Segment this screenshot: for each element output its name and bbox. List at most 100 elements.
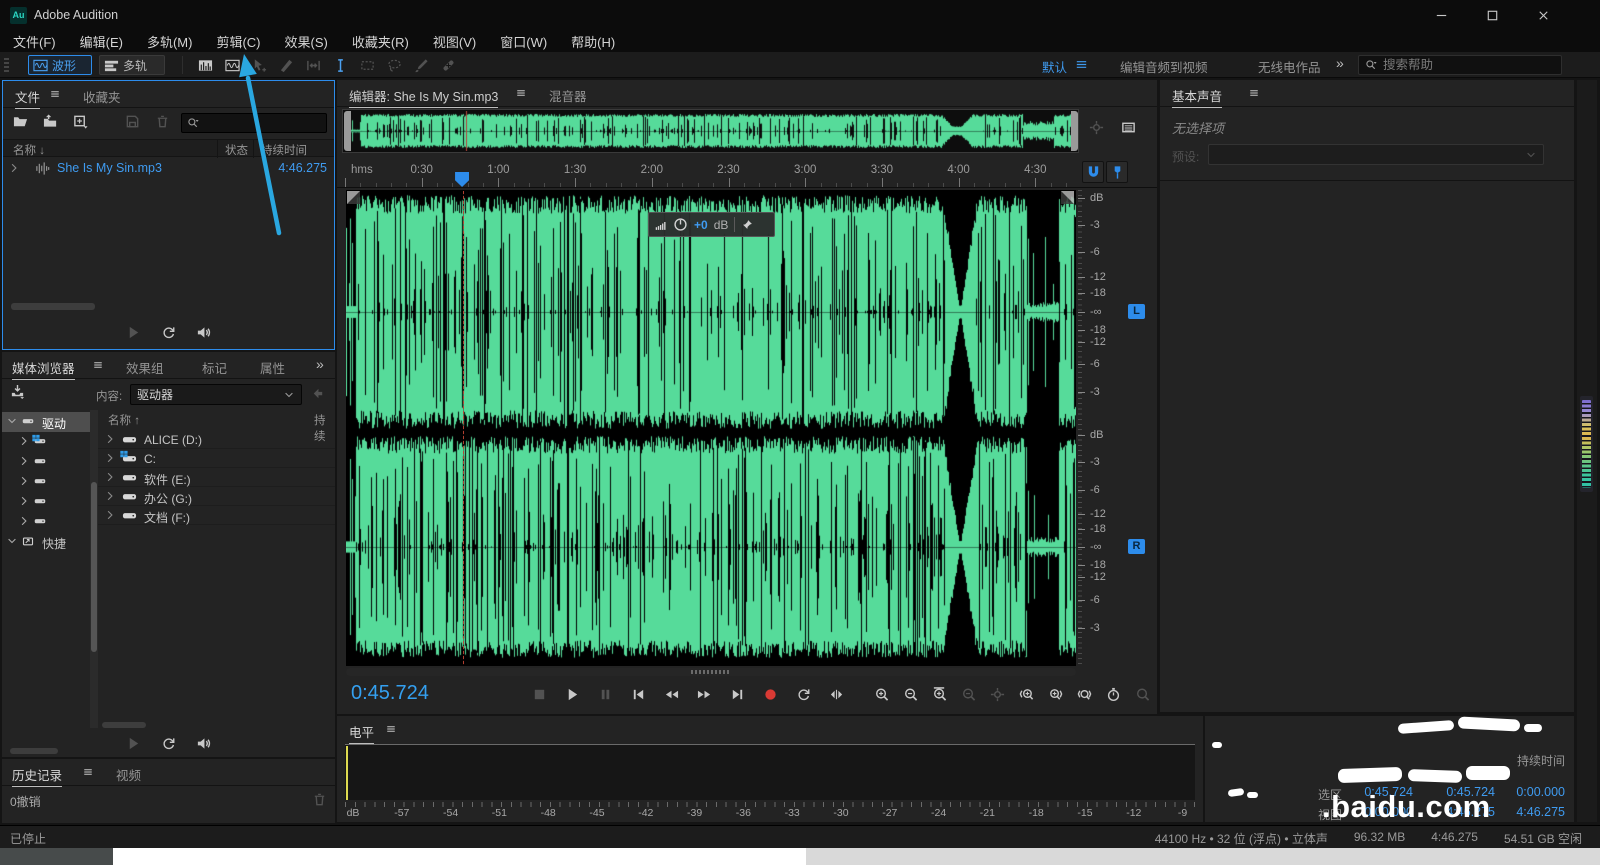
save-icon[interactable] [125,114,140,129]
chevron-right-icon[interactable] [8,162,20,174]
chevron-right-icon[interactable] [104,471,116,483]
play-button[interactable] [562,684,582,704]
zoom-selection-edges-button[interactable] [1074,684,1094,704]
view-duration[interactable]: 4:46.275 [1493,805,1565,819]
import-file-icon[interactable] [43,114,58,129]
overview-handle-right[interactable] [1071,111,1078,151]
show-spectral-frequency[interactable] [198,58,213,73]
preview-play-icon[interactable] [126,736,141,751]
help-search-input[interactable] [1383,58,1555,72]
chevron-right-icon[interactable] [18,515,30,527]
col-name[interactable]: 名称 ↑ [108,412,140,428]
zoom-in-left-button[interactable] [1016,684,1036,704]
chevron-right-icon[interactable] [104,433,116,445]
marquee-selection-tool[interactable] [360,58,375,73]
chevron-down-icon[interactable] [6,415,18,427]
tree-item[interactable] [2,492,90,512]
tab-history[interactable]: 历史记录 [12,765,62,787]
file-name[interactable]: She Is My Sin.mp3 [57,161,162,175]
panel-menu-icon[interactable] [92,359,104,371]
tab-levels[interactable]: 电平 [349,722,374,744]
selection-duration[interactable]: 0:00.000 [1493,785,1565,799]
rewind-button[interactable] [661,684,681,704]
menubar-item[interactable]: 编辑(E) [80,32,123,51]
hud-pin-icon[interactable] [741,219,753,231]
workspace-overflow[interactable]: » [1336,55,1344,71]
new-container-icon[interactable] [73,114,88,129]
skip-to-end-button[interactable] [727,684,747,704]
volume-hud[interactable]: +0 dB [648,212,775,237]
menubar-item[interactable]: 窗口(W) [500,32,547,51]
workspace-radio[interactable]: 无线电作品 [1258,57,1321,76]
scrollbar-thumb[interactable] [91,482,97,652]
pause-button[interactable] [595,684,615,704]
tab-mixer[interactable]: 混音器 [549,86,587,105]
paintbrush-tool[interactable] [414,58,429,73]
back-arrow-icon[interactable] [310,386,325,401]
download-media-icon[interactable] [10,384,25,399]
zoom-out-button[interactable] [900,684,920,704]
tab-essential-sound[interactable]: 基本声音 [1172,86,1222,108]
files-hscrollbar[interactable] [11,303,95,310]
stop-button[interactable] [529,684,549,704]
chevron-right-icon[interactable] [104,452,116,464]
panel-list-icon[interactable] [1121,120,1136,135]
minimize-button[interactable] [1418,0,1464,30]
waveform-display[interactable] [346,190,1076,666]
tab-video[interactable]: 视频 [116,765,141,784]
preset-dropdown[interactable] [1208,144,1544,165]
overview-waveform[interactable] [351,111,1071,151]
tab-properties[interactable]: 属性 [260,358,285,377]
undo-count[interactable]: 0撤销 [10,793,41,810]
menubar-item[interactable]: 文件(F) [13,32,56,51]
channel-badge-right[interactable]: R [1128,539,1145,554]
tree-item[interactable]: 驱动 [2,412,90,432]
tab-markers[interactable]: 标记 [202,358,227,377]
content-dropdown[interactable]: 驱动器 [130,384,302,405]
zoom-out-full-button[interactable] [958,684,978,704]
chevron-right-icon[interactable] [18,495,30,507]
zoom-in-right-button[interactable] [1045,684,1065,704]
hud-volume-knob[interactable] [673,217,688,232]
hud-gain-value[interactable]: +0 [694,218,708,232]
timed-record-button[interactable] [1103,684,1123,704]
chevron-right-icon[interactable] [18,475,30,487]
chevron-right-icon[interactable] [18,455,30,467]
marker-tool[interactable] [1106,161,1128,183]
tab-editor[interactable]: 编辑器: She Is My Sin.mp3 [349,86,498,108]
tabs-overflow[interactable]: » [316,356,324,372]
drive-row[interactable]: C: [98,449,335,468]
scrollbar-grip[interactable] [691,670,731,674]
chevron-right-icon[interactable] [104,509,116,521]
tab-favorites[interactable]: 收藏夹 [83,87,121,106]
trash-icon[interactable] [155,114,170,129]
panel-menu-icon[interactable] [515,87,527,99]
preview-speaker-icon[interactable] [196,736,211,751]
drive-row[interactable]: ALICE (D:) [98,430,335,449]
record-button[interactable] [760,684,780,704]
loop-playback-button[interactable] [793,684,813,704]
drive-row[interactable]: 文档 (F:) [98,506,335,525]
chevron-right-icon[interactable] [18,435,30,447]
chevron-right-icon[interactable] [104,490,116,502]
close-button[interactable] [1520,0,1566,30]
snap-toggle[interactable] [1082,161,1104,183]
skip-to-start-button[interactable] [628,684,648,704]
help-search-box[interactable] [1358,55,1562,75]
chevron-down-icon[interactable] [6,535,18,547]
skip-selection-button[interactable] [826,684,846,704]
menubar-item[interactable]: 收藏夹(R) [352,32,409,51]
panel-menu-icon[interactable] [82,766,94,778]
media-hscrollbar[interactable] [102,722,146,728]
zoom-reset-button[interactable] [1132,684,1152,704]
lasso-selection-tool[interactable] [387,58,402,73]
fast-forward-button[interactable] [694,684,714,704]
menubar-item[interactable]: 视图(V) [433,32,476,51]
tab-files[interactable]: 文件 [15,87,40,109]
zoom-in-button[interactable] [871,684,891,704]
fade-in-handle[interactable] [347,191,360,204]
playhead-line[interactable] [463,191,464,665]
preview-speaker-icon[interactable] [196,325,211,340]
slip-tool[interactable] [306,58,321,73]
workspace-default[interactable]: 默认 [1042,57,1067,76]
